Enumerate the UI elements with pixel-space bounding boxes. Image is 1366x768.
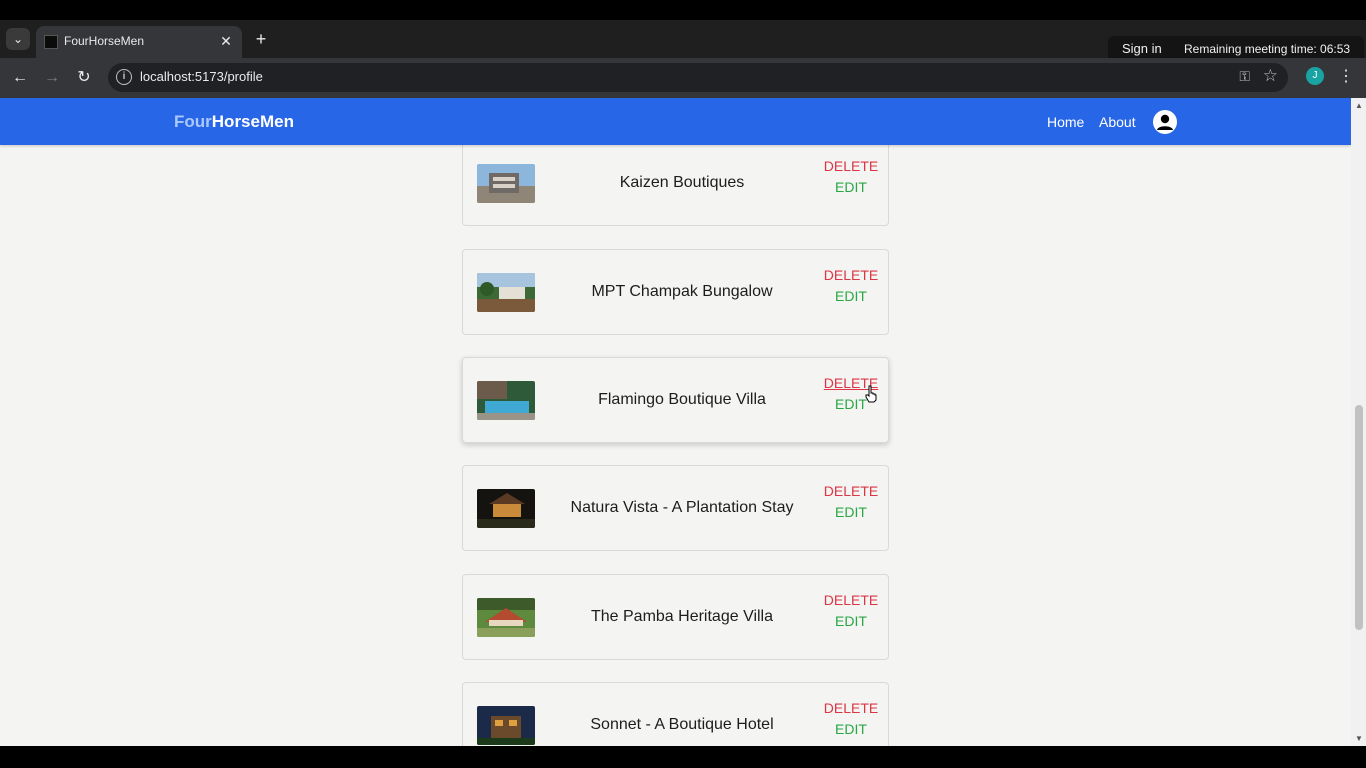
remaining-meeting-time: Remaining meeting time: 06:53 xyxy=(1184,42,1351,56)
listing-thumbnail xyxy=(477,273,535,312)
listing-actions: DELETE EDIT xyxy=(811,265,891,307)
site-navbar: FourHorseMen Home About xyxy=(0,98,1351,145)
listing-name: Kaizen Boutiques xyxy=(619,174,745,191)
user-avatar-icon[interactable] xyxy=(1153,110,1177,134)
scroll-up-arrow-icon[interactable]: ▲ xyxy=(1355,101,1363,110)
listing-card: Sonnet - A Boutique Hotel DELETE EDIT xyxy=(462,682,889,746)
listing-thumbnail xyxy=(477,381,535,420)
listing-actions: DELETE EDIT xyxy=(811,481,891,523)
listing-actions: DELETE EDIT xyxy=(811,590,891,632)
brand-part-horsemen: HorseMen xyxy=(211,112,294,131)
delete-button[interactable]: DELETE xyxy=(811,590,891,611)
new-tab-button[interactable]: + xyxy=(252,28,270,50)
hand-cursor-icon xyxy=(865,385,877,403)
favicon-icon xyxy=(44,35,58,49)
listing-thumbnail xyxy=(477,164,535,203)
site-info-icon[interactable]: i xyxy=(116,69,132,85)
more-menu-icon[interactable]: ⋮ xyxy=(1338,66,1354,86)
listing-card: Kaizen Boutiques DELETE EDIT xyxy=(462,140,889,226)
listing-card: The Pamba Heritage Villa DELETE EDIT xyxy=(462,574,889,660)
listing-card: MPT Champak Bungalow DELETE EDIT xyxy=(462,249,889,335)
nav-link-about[interactable]: About xyxy=(1099,114,1136,130)
browser-toolbar: ← → ↻ i localhost:5173/profile ⚿ ☆ J ⋮ xyxy=(0,58,1366,98)
listing-actions: DELETE EDIT xyxy=(811,156,891,198)
delete-button[interactable]: DELETE xyxy=(811,373,891,394)
delete-button[interactable]: DELETE xyxy=(811,156,891,177)
edit-button[interactable]: EDIT xyxy=(811,719,891,740)
delete-button[interactable]: DELETE xyxy=(811,265,891,286)
listing-card: Flamingo Boutique Villa DELETE EDIT xyxy=(462,357,889,443)
address-bar[interactable]: i localhost:5173/profile ⚿ ☆ xyxy=(108,63,1288,92)
page-viewport: Kaizen Boutiques DELETE EDIT MPT Champak… xyxy=(0,98,1351,746)
listing-name: Sonnet - A Boutique Hotel xyxy=(590,716,774,733)
url-text[interactable]: localhost:5173/profile xyxy=(140,69,263,84)
listing-thumbnail xyxy=(477,598,535,637)
scroll-down-arrow-icon[interactable]: ▼ xyxy=(1355,734,1363,743)
edit-button[interactable]: EDIT xyxy=(811,394,891,415)
close-icon[interactable]: ✕ xyxy=(218,32,234,50)
forward-arrow-icon[interactable]: → xyxy=(40,66,64,90)
listing-card: Natura Vista - A Plantation Stay DELETE … xyxy=(462,465,889,551)
listing-actions: DELETE EDIT xyxy=(811,373,891,415)
bookmark-star-icon[interactable]: ☆ xyxy=(1263,66,1278,86)
tab-title: FourHorseMen xyxy=(64,34,145,48)
key-icon[interactable]: ⚿ xyxy=(1239,68,1250,85)
listing-name: The Pamba Heritage Villa xyxy=(590,608,774,625)
browser-tab-bar: ⌄ FourHorseMen ✕ + Sign in Remaining mee… xyxy=(0,20,1366,62)
edit-button[interactable]: EDIT xyxy=(811,286,891,307)
brand-part-four: Four xyxy=(174,112,212,131)
delete-button[interactable]: DELETE xyxy=(811,698,891,719)
listing-actions: DELETE EDIT xyxy=(811,698,891,740)
profile-avatar[interactable]: J xyxy=(1306,67,1324,85)
reload-icon[interactable]: ↻ xyxy=(72,66,96,90)
edit-button[interactable]: EDIT xyxy=(811,177,891,198)
brand-logo[interactable]: FourHorseMen xyxy=(174,112,294,132)
tab-search-button[interactable]: ⌄ xyxy=(6,28,30,50)
listing-name: Flamingo Boutique Villa xyxy=(598,391,766,408)
back-arrow-icon[interactable]: ← xyxy=(8,66,32,90)
listing-name: MPT Champak Bungalow xyxy=(591,283,773,300)
listing-thumbnail xyxy=(477,489,535,528)
screen-bottom-strip xyxy=(0,746,1366,768)
browser-tab[interactable]: FourHorseMen ✕ xyxy=(36,26,242,58)
nav-link-home[interactable]: Home xyxy=(1047,114,1084,130)
sign-in-button[interactable]: Sign in xyxy=(1122,41,1162,56)
edit-button[interactable]: EDIT xyxy=(811,502,891,523)
delete-button[interactable]: DELETE xyxy=(811,481,891,502)
listing-thumbnail xyxy=(477,706,535,745)
edit-button[interactable]: EDIT xyxy=(811,611,891,632)
screen-top-strip xyxy=(0,0,1366,20)
scrollbar-thumb[interactable] xyxy=(1355,405,1363,630)
page-scrollbar[interactable]: ▲ ▼ xyxy=(1351,98,1366,746)
listing-name: Natura Vista - A Plantation Stay xyxy=(570,499,794,516)
